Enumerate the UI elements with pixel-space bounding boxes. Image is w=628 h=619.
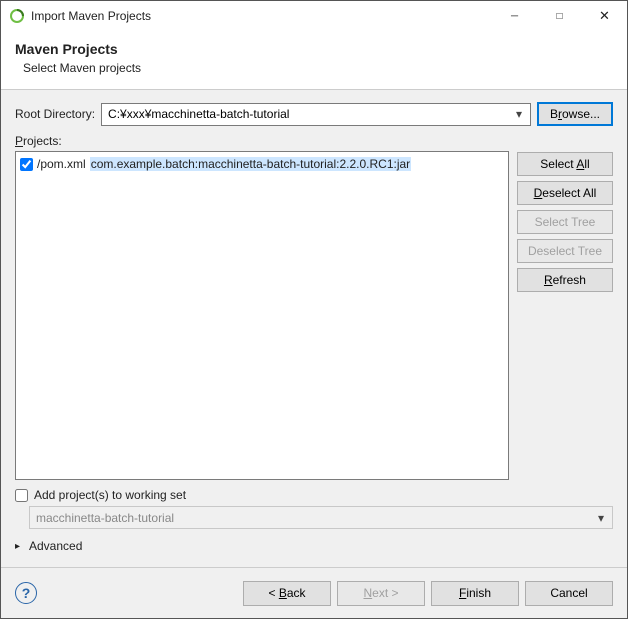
root-directory-combo[interactable]: ▾ bbox=[101, 103, 531, 126]
project-checkbox[interactable] bbox=[20, 158, 33, 171]
wizard-header: Maven Projects Select Maven projects bbox=[1, 31, 627, 90]
advanced-toggle[interactable]: ▸ Advanced bbox=[15, 539, 613, 553]
projects-buttons: Select All Deselect All Select Tree Dese… bbox=[517, 134, 613, 480]
list-item[interactable]: /pom.xml com.example.batch:macchinetta-b… bbox=[20, 155, 504, 173]
root-directory-row: Root Directory: ▾ Browse... bbox=[15, 102, 613, 126]
wizard-subtitle: Select Maven projects bbox=[15, 61, 613, 75]
triangle-right-icon: ▸ bbox=[15, 541, 25, 552]
wizard-body: Root Directory: ▾ Browse... Projects: /p… bbox=[1, 90, 627, 567]
working-set-combo: ▾ bbox=[29, 506, 613, 529]
minimize-button[interactable]: ─ bbox=[492, 1, 537, 31]
projects-row: Projects: /pom.xml com.example.batch:mac… bbox=[15, 134, 613, 480]
window-title: Import Maven Projects bbox=[31, 9, 151, 23]
working-set-input bbox=[34, 510, 592, 526]
browse-button[interactable]: Browse... bbox=[537, 102, 613, 126]
deselect-all-button[interactable]: Deselect All bbox=[517, 181, 613, 205]
refresh-button[interactable]: Refresh bbox=[517, 268, 613, 292]
chevron-down-icon: ▾ bbox=[592, 511, 610, 525]
working-set-checkbox[interactable] bbox=[15, 489, 28, 502]
back-button[interactable]: < Back bbox=[243, 581, 331, 606]
advanced-label: Advanced bbox=[29, 539, 82, 553]
working-set-combo-row: ▾ bbox=[29, 506, 613, 529]
close-button[interactable]: ✕ bbox=[582, 1, 627, 31]
project-artifact: com.example.batch:macchinetta-batch-tuto… bbox=[90, 157, 411, 171]
projects-label: Projects: bbox=[15, 134, 509, 148]
working-set-row: Add project(s) to working set bbox=[15, 488, 613, 502]
chevron-down-icon[interactable]: ▾ bbox=[510, 107, 528, 121]
title-bar: Import Maven Projects ─ □ ✕ bbox=[1, 1, 627, 31]
root-directory-label: Root Directory: bbox=[15, 107, 95, 121]
root-directory-input[interactable] bbox=[106, 106, 510, 122]
projects-left: Projects: /pom.xml com.example.batch:mac… bbox=[15, 134, 509, 480]
app-icon bbox=[9, 8, 25, 24]
finish-button[interactable]: Finish bbox=[431, 581, 519, 606]
wizard-button-bar: ? < Back Next > Finish Cancel bbox=[1, 568, 627, 618]
select-all-button[interactable]: Select All bbox=[517, 152, 613, 176]
next-button: Next > bbox=[337, 581, 425, 606]
select-tree-button: Select Tree bbox=[517, 210, 613, 234]
wizard-heading: Maven Projects bbox=[15, 41, 613, 57]
deselect-tree-button: Deselect Tree bbox=[517, 239, 613, 263]
help-icon[interactable]: ? bbox=[15, 582, 37, 604]
working-set-label: Add project(s) to working set bbox=[34, 488, 186, 502]
projects-list[interactable]: /pom.xml com.example.batch:macchinetta-b… bbox=[15, 151, 509, 480]
maximize-button[interactable]: □ bbox=[537, 1, 582, 31]
cancel-button[interactable]: Cancel bbox=[525, 581, 613, 606]
project-path: /pom.xml bbox=[37, 157, 86, 171]
